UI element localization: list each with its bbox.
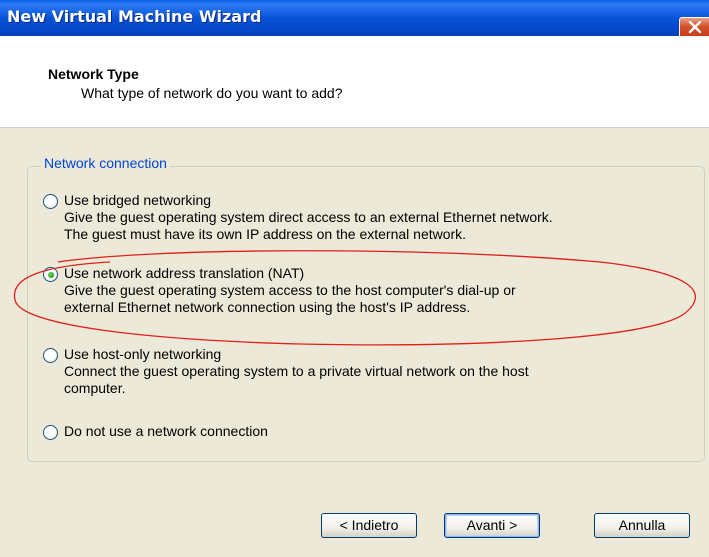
window-title: New Virtual Machine Wizard: [7, 7, 262, 26]
back-button[interactable]: < Indietro: [321, 513, 417, 538]
wizard-header: Network Type What type of network do you…: [0, 36, 709, 128]
close-icon: [688, 21, 702, 34]
option-description: external Ethernet network connection usi…: [64, 299, 471, 315]
option-description: computer.: [64, 380, 126, 396]
radio-nat[interactable]: [43, 267, 58, 282]
next-button[interactable]: Avanti >: [444, 513, 540, 538]
radio-host-only[interactable]: [43, 348, 58, 363]
option-description: The guest must have its own IP address o…: [64, 226, 467, 242]
cancel-button[interactable]: Annulla: [594, 513, 690, 538]
option-description: Give the guest operating system access t…: [64, 282, 516, 298]
option-label[interactable]: Use network address translation (NAT): [64, 265, 304, 281]
option-label[interactable]: Do not use a network connection: [64, 423, 268, 439]
option-description: Connect the guest operating system to a …: [64, 363, 529, 379]
page-subtitle: What type of network do you want to add?: [81, 85, 343, 101]
page-title: Network Type: [48, 66, 139, 82]
radio-bridged[interactable]: [43, 194, 58, 209]
option-description: Give the guest operating system direct a…: [64, 209, 553, 225]
option-label[interactable]: Use bridged networking: [64, 192, 211, 208]
radio-no-network[interactable]: [43, 425, 58, 440]
option-label[interactable]: Use host-only networking: [64, 346, 221, 362]
group-legend: Network connection: [41, 155, 170, 171]
title-bar[interactable]: New Virtual Machine Wizard: [0, 0, 709, 36]
close-button[interactable]: [679, 17, 709, 36]
